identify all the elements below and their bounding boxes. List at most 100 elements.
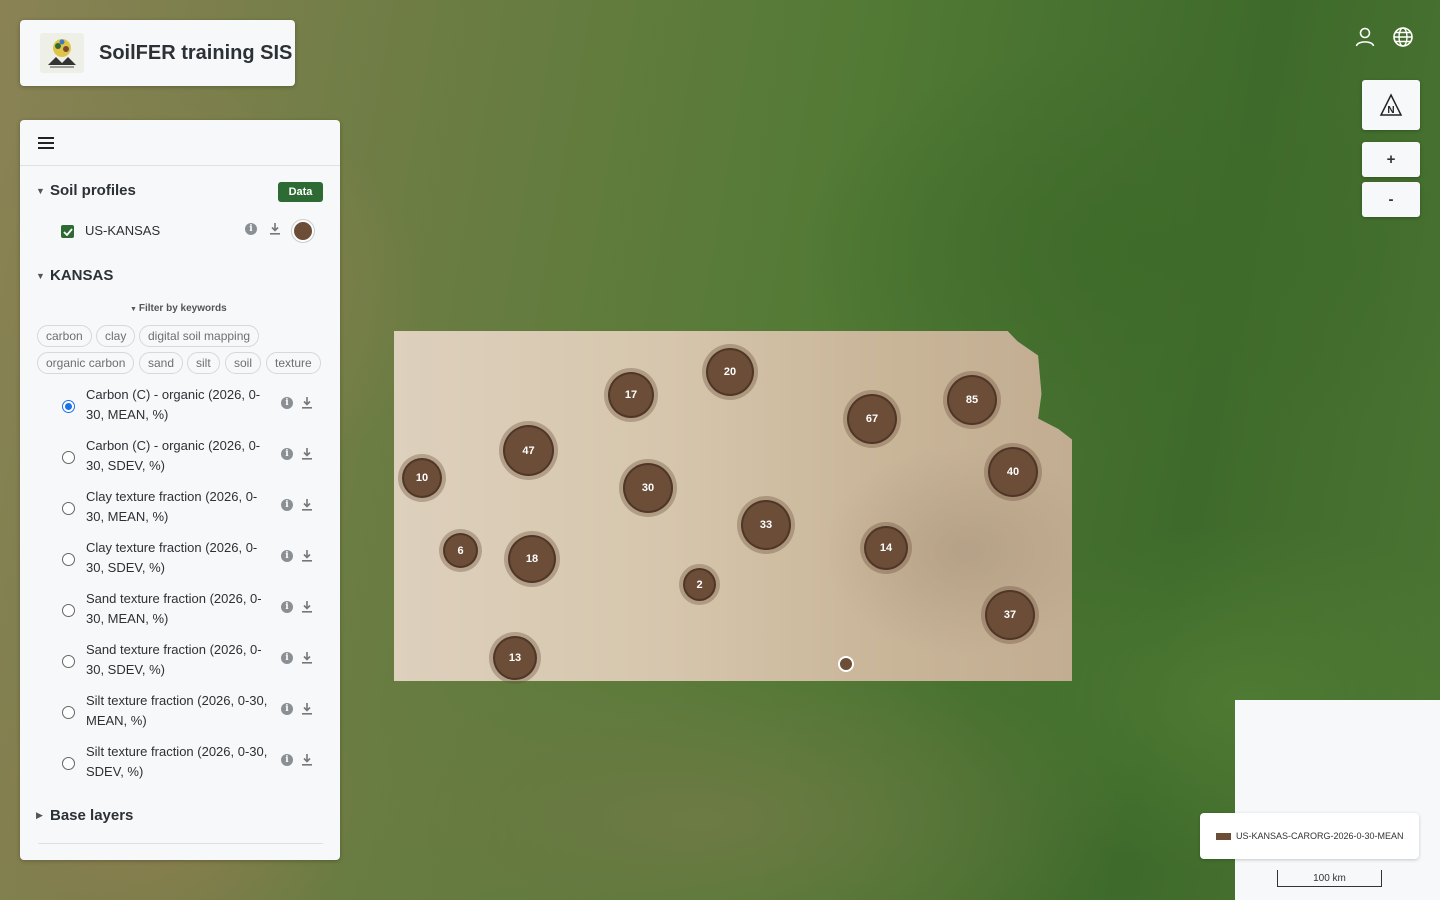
layer-label-line2: SDEV, %): [86, 764, 144, 779]
download-icon[interactable]: [301, 549, 313, 562]
info-icon[interactable]: i: [281, 397, 293, 409]
north-arrow-button[interactable]: N: [1362, 80, 1420, 130]
globe-icon[interactable]: [1391, 25, 1415, 49]
soil-profiles-section-toggle[interactable]: ▼ Soil profiles: [36, 182, 136, 199]
download-icon[interactable]: [301, 447, 313, 460]
zoom-in-button[interactable]: +: [1362, 142, 1420, 177]
caret-down-icon: ▼: [130, 306, 139, 313]
cluster-marker[interactable]: 10: [402, 458, 442, 498]
cluster-marker[interactable]: 47: [503, 425, 554, 476]
cluster-marker[interactable]: 6: [443, 533, 478, 568]
menu-icon[interactable]: [38, 136, 54, 149]
keyword-chip[interactable]: clay: [96, 325, 136, 347]
layer-label-line2: 30, SDEV, %): [86, 560, 166, 575]
info-icon[interactable]: i: [281, 550, 293, 562]
info-icon[interactable]: i: [281, 652, 293, 664]
keyword-chip[interactable]: silt: [187, 352, 220, 374]
layer-label-line2: MEAN, %): [86, 713, 147, 728]
layer-label-line2: 30, SDEV, %): [86, 458, 166, 473]
cluster-marker[interactable]: 17: [608, 372, 654, 418]
app-header-card: SoilFER training SIS: [20, 20, 295, 86]
layer-label-line1: Clay texture fraction (2026, 0-: [86, 489, 258, 504]
info-icon[interactable]: i: [245, 223, 257, 235]
caret-right-icon: ▶: [36, 810, 43, 820]
keyword-chip[interactable]: carbon: [37, 325, 92, 347]
info-icon[interactable]: i: [281, 601, 293, 613]
base-layers-section-toggle[interactable]: ▶ Base layers: [36, 807, 133, 824]
legend-swatch: [1216, 832, 1231, 840]
section-title: KANSAS: [50, 267, 114, 284]
layer-label-line1: Clay texture fraction (2026, 0-: [86, 540, 258, 555]
cluster-marker[interactable]: 37: [985, 590, 1035, 640]
cluster-marker[interactable]: 40: [988, 447, 1038, 497]
keyword-chip[interactable]: organic carbon: [37, 352, 135, 374]
download-icon[interactable]: [301, 651, 313, 664]
app-logo: [40, 33, 84, 73]
filter-label-text: Filter by keywords: [138, 303, 227, 314]
legend-card: US-KANSAS-CARORG-2026-0-30-MEAN: [1200, 813, 1419, 859]
compass-icon: N: [1379, 93, 1403, 116]
divider: [38, 843, 323, 844]
layer-label-line1: Carbon (C) - organic (2026, 0-: [86, 387, 261, 402]
layer-radio[interactable]: [62, 451, 75, 464]
cluster-marker[interactable]: 14: [864, 526, 908, 570]
app-title: SoilFER training SIS: [99, 41, 293, 64]
section-title: Soil profiles: [50, 182, 136, 199]
keyword-chip[interactable]: digital soil mapping: [139, 325, 260, 347]
layer-radio[interactable]: [62, 655, 75, 668]
layer-label-line1: Silt texture fraction (2026, 0-30,: [86, 693, 268, 708]
data-badge[interactable]: Data: [278, 182, 323, 202]
info-icon[interactable]: i: [281, 448, 293, 460]
caret-down-icon: ▼: [36, 185, 45, 196]
layer-radio[interactable]: [62, 604, 75, 617]
info-icon[interactable]: i: [281, 499, 293, 511]
cluster-marker[interactable]: 20: [706, 348, 754, 396]
us-kansas-label: US-KANSAS: [85, 223, 161, 238]
layer-color-swatch[interactable]: [292, 220, 314, 242]
layer-label-line2: 30, SDEV, %): [86, 662, 166, 677]
profile-point-marker[interactable]: [838, 656, 854, 672]
layer-label-line1: Sand texture fraction (2026, 0-: [86, 591, 262, 606]
layer-label-line2: 30, MEAN, %): [86, 407, 169, 422]
caret-down-icon: ▼: [36, 270, 45, 281]
svg-text:N: N: [1387, 105, 1394, 116]
cluster-marker[interactable]: 67: [847, 394, 897, 444]
layer-radio[interactable]: [62, 400, 75, 413]
cluster-marker[interactable]: 33: [741, 500, 791, 550]
download-icon[interactable]: [301, 753, 313, 766]
download-icon[interactable]: [301, 396, 313, 409]
section-title: Base layers: [50, 807, 134, 824]
us-kansas-checkbox[interactable]: [61, 225, 74, 238]
layer-label-line2: 30, MEAN, %): [86, 611, 169, 626]
download-icon[interactable]: [269, 222, 281, 235]
filter-by-keywords-toggle[interactable]: ▼ Filter by keywords: [130, 303, 227, 314]
kansas-section-toggle[interactable]: ▼ KANSAS: [36, 267, 113, 284]
download-icon[interactable]: [301, 498, 313, 511]
cluster-marker[interactable]: 85: [947, 375, 997, 425]
layer-label-line1: Sand texture fraction (2026, 0-: [86, 642, 262, 657]
layer-label-line2: 30, MEAN, %): [86, 509, 169, 524]
user-icon[interactable]: [1353, 25, 1377, 49]
layer-radio[interactable]: [62, 553, 75, 566]
cluster-marker[interactable]: 30: [623, 463, 673, 513]
sidebar-header: [20, 120, 340, 166]
cluster-marker[interactable]: 13: [493, 636, 537, 680]
keyword-chip[interactable]: sand: [139, 352, 184, 374]
legend-label: US-KANSAS-CARORG-2026-0-30-MEAN: [1236, 831, 1404, 841]
keyword-chip[interactable]: texture: [266, 352, 321, 374]
info-icon[interactable]: i: [281, 754, 293, 766]
layers-sidebar: ▼ Soil profiles Data US-KANSAS i ▼ KANSA…: [20, 120, 340, 860]
download-icon[interactable]: [301, 600, 313, 613]
layer-radio[interactable]: [62, 757, 75, 770]
zoom-out-button[interactable]: -: [1362, 182, 1420, 217]
layer-label-line1: Silt texture fraction (2026, 0-30,: [86, 744, 268, 759]
cluster-marker[interactable]: 18: [508, 535, 556, 583]
layer-radio[interactable]: [62, 706, 75, 719]
download-icon[interactable]: [301, 702, 313, 715]
keyword-chip[interactable]: soil: [225, 352, 262, 374]
layer-radio[interactable]: [62, 502, 75, 515]
info-icon[interactable]: i: [281, 703, 293, 715]
cluster-marker[interactable]: 2: [683, 568, 716, 601]
layer-label-line1: Carbon (C) - organic (2026, 0-: [86, 438, 261, 453]
scale-bar: 100 km: [1277, 870, 1382, 887]
